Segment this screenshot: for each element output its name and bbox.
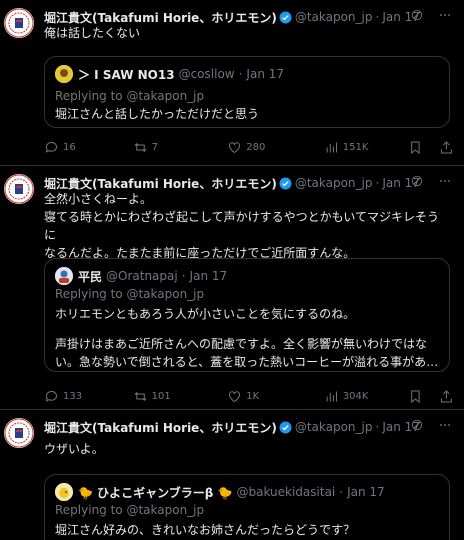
retweet-icon	[134, 142, 147, 152]
retweet-icon	[134, 391, 147, 401]
tweet-text-line: 寝てる時とかにわざわざ起こして声かけするやつとかもいてマジキレそうに	[44, 210, 440, 242]
quoted-text-line: ホリエモンともあろう人が小さいことを気にするのね。	[55, 307, 356, 321]
bookmark-icon[interactable]	[408, 389, 423, 404]
quoted-author-name: ＞ I SAW NO13	[78, 67, 175, 82]
quoted-text-line: 堀江さん好みの、きれいなお姉さんだったらどうです？	[55, 523, 356, 537]
heart-icon	[229, 141, 241, 153]
tweet-text-line: 俺は話したくない	[44, 26, 141, 40]
quoted-handle: @Oratnapaj	[106, 269, 178, 283]
quoted-tweet[interactable]: 平民 @Oratnapaj · Jan 17 Replying to @taka…	[44, 258, 450, 372]
like-button[interactable]: 1K	[227, 389, 324, 404]
author-avatar[interactable]	[4, 8, 34, 38]
more-options-icon[interactable]	[438, 174, 452, 188]
separator-dot: ·	[339, 485, 344, 499]
grok-icon[interactable]	[410, 418, 424, 432]
tweet-text-line: 全然小さくねーよ。	[44, 192, 153, 206]
author-avatar[interactable]	[4, 418, 34, 448]
author-avatar[interactable]	[4, 174, 34, 204]
retweet-button[interactable]: 101	[133, 389, 228, 404]
tweet-text: ウザいよ。	[44, 440, 450, 458]
quoted-text: ホリエモンともあろう人が小さいことを気にするのね。 声掛けはまあご近所さんへの配…	[55, 305, 439, 371]
quoted-date: Jan 17	[246, 67, 285, 81]
retweet-count: 101	[151, 390, 171, 402]
quoted-text: 堀江さんと話したかっただけだと思う	[55, 105, 439, 123]
action-bar: 133 101 1K 304K	[44, 387, 454, 405]
chick-avatar-icon	[55, 483, 73, 501]
quoted-avatar	[55, 267, 73, 285]
tweet-1[interactable]: 堀江貴文(Takafumi Horie、ホリエモン) @takapon_jp ·…	[0, 0, 464, 166]
reply-icon	[45, 141, 57, 153]
crest-logo-icon	[4, 174, 34, 204]
avatar-image-icon	[55, 65, 73, 83]
quoted-handle: @cosllow	[178, 67, 235, 81]
bookmark-icon[interactable]	[408, 140, 423, 155]
separator-dot: ·	[181, 269, 186, 283]
reply-count: 133	[63, 390, 83, 402]
separator-dot: ·	[375, 176, 380, 190]
quoted-text: 堀江さん好みの、きれいなお姉さんだったらどうです？	[55, 521, 439, 539]
replying-to: Replying to @takapon_jp	[55, 287, 205, 301]
tweet-2[interactable]: 堀江貴文(Takafumi Horie、ホリエモン) @takapon_jp ·…	[0, 166, 464, 410]
heart-icon	[229, 390, 241, 402]
grok-icon[interactable]	[410, 174, 424, 188]
replying-to: Replying to @takapon_jp	[55, 89, 205, 103]
views-count: 151K	[342, 141, 369, 153]
tweet-text-line: ウザいよ。	[44, 442, 104, 456]
quoted-author-name: 平民	[78, 269, 103, 284]
quoted-tweet[interactable]: 🐤 ひよこギャンブラーβ 🐤 @bakuekidasitai · Jan 17 …	[44, 474, 450, 540]
reply-icon	[45, 390, 57, 402]
quoted-author-name: 🐤 ひよこギャンブラーβ 🐤	[78, 485, 233, 500]
grok-icon[interactable]	[410, 8, 424, 22]
more-options-icon[interactable]	[438, 418, 452, 432]
quoted-avatar	[55, 483, 73, 501]
views-button[interactable]: 304K	[324, 389, 409, 404]
verified-badge-icon	[279, 177, 292, 189]
replying-to: Replying to @takapon_jp	[55, 503, 205, 517]
share-icon[interactable]	[439, 140, 454, 155]
verified-badge-icon	[279, 11, 292, 23]
quoted-avatar	[55, 65, 73, 83]
quoted-text-line	[55, 323, 439, 335]
more-options-icon[interactable]	[438, 8, 452, 22]
quoted-text-line: 堀江さんと話したかっただけだと思う	[55, 107, 260, 121]
quoted-text-line: い。急な勢いで倒されると、蓋を取った熱いコーヒーが溢れる事があ…	[55, 355, 439, 369]
retweet-button[interactable]: 7	[133, 140, 228, 155]
like-count: 1K	[246, 390, 260, 402]
separator-dot: ·	[238, 67, 243, 81]
reply-button[interactable]: 16	[44, 140, 133, 155]
reply-button[interactable]: 133	[44, 389, 133, 404]
views-icon	[326, 391, 337, 401]
quoted-date: Jan 17	[347, 485, 385, 499]
author-handle[interactable]: @takapon_jp	[295, 420, 373, 434]
share-icon[interactable]	[439, 389, 454, 404]
views-count: 304K	[342, 390, 369, 402]
author-name[interactable]: 堀江貴文(Takafumi Horie、ホリエモン)	[44, 419, 277, 436]
views-icon	[326, 142, 337, 152]
quoted-handle: @bakuekidasitai	[236, 485, 336, 499]
tweet-text: 俺は話したくない	[44, 24, 450, 42]
separator-dot: ·	[375, 10, 380, 24]
quoted-text-line: 声掛けはまあご近所さんへの配慮ですよ。全く影響が無いわけではな	[55, 337, 428, 351]
like-count: 280	[246, 141, 266, 153]
reply-count: 16	[63, 141, 76, 153]
quoted-date: Jan 17	[189, 269, 228, 283]
crest-logo-icon	[4, 8, 34, 38]
verified-badge-icon	[279, 421, 292, 433]
quoted-tweet[interactable]: ＞ I SAW NO13 @cosllow · Jan 17 Replying …	[44, 56, 450, 128]
like-button[interactable]: 280	[227, 140, 324, 155]
separator-dot: ·	[375, 420, 380, 434]
author-handle[interactable]: @takapon_jp	[295, 10, 373, 24]
avatar-image-icon	[55, 267, 73, 285]
author-handle[interactable]: @takapon_jp	[295, 176, 373, 190]
retweet-count: 7	[151, 141, 159, 153]
tweet-3[interactable]: 堀江貴文(Takafumi Horie、ホリエモン) @takapon_jp ·…	[0, 410, 464, 540]
author-name[interactable]: 堀江貴文(Takafumi Horie、ホリエモン)	[44, 175, 277, 192]
tweet-text: 全然小さくねーよ。 寝てる時とかにわざわざ起こして声かけするやつとかもいてマジキ…	[44, 190, 450, 262]
crest-logo-icon	[4, 418, 34, 448]
views-button[interactable]: 151K	[324, 140, 409, 155]
author-name[interactable]: 堀江貴文(Takafumi Horie、ホリエモン)	[44, 9, 277, 26]
action-bar: 16 7 280 151K	[44, 138, 454, 156]
